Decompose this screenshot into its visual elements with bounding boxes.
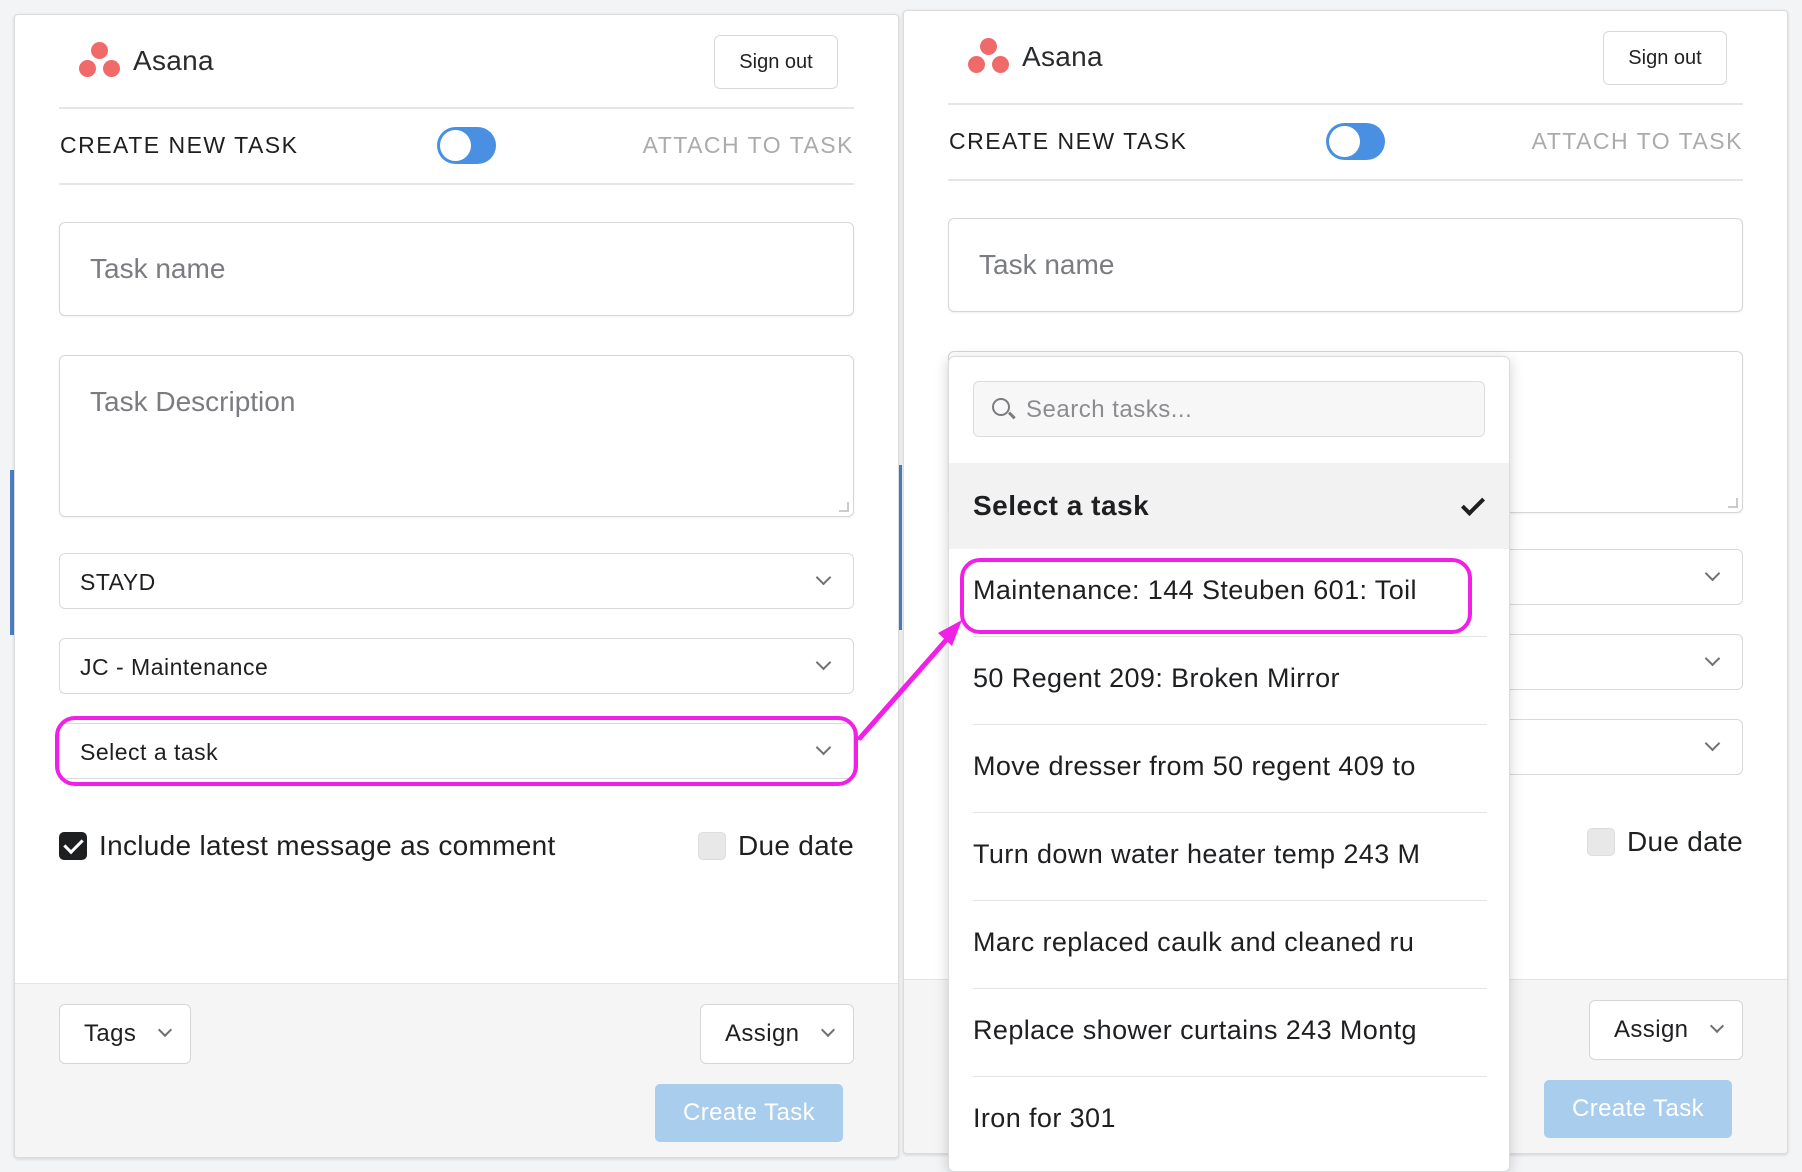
divider bbox=[948, 103, 1743, 105]
panel-footer: Tags Assign Create Task bbox=[15, 983, 898, 1157]
include-comment-checkbox[interactable] bbox=[59, 832, 87, 860]
include-comment-row[interactable]: Include latest message as comment bbox=[59, 830, 556, 862]
due-date-checkbox[interactable] bbox=[1586, 828, 1615, 856]
dropdown-option-selected[interactable]: Select a task bbox=[949, 463, 1509, 549]
task-description-field[interactable]: Task Description bbox=[59, 355, 854, 517]
resize-handle-icon[interactable] bbox=[1728, 498, 1738, 508]
checkmark-icon bbox=[1460, 491, 1486, 517]
option-label: Move dresser from 50 regent 409 to bbox=[973, 751, 1416, 781]
assign-button[interactable]: Assign bbox=[1589, 1000, 1743, 1060]
dropdown-option[interactable]: Turn down water heater temp 243 M bbox=[973, 813, 1487, 901]
selected-option-label: Select a task bbox=[973, 490, 1150, 521]
workspace-value: STAYD bbox=[80, 569, 156, 595]
option-label: Turn down water heater temp 243 M bbox=[973, 839, 1421, 869]
chevron-down-icon bbox=[1704, 565, 1721, 582]
create-new-task-tab[interactable]: CREATE NEW TASK bbox=[60, 132, 298, 159]
asana-logo-icon bbox=[79, 42, 121, 80]
option-label: Replace shower curtains 243 Montg bbox=[973, 1015, 1417, 1045]
workspace-select[interactable]: STAYD bbox=[59, 553, 854, 609]
chevron-down-icon bbox=[1709, 1018, 1725, 1034]
task-name-field[interactable]: Task name bbox=[948, 218, 1743, 312]
assign-button[interactable]: Assign bbox=[700, 1004, 854, 1064]
assign-label: Assign bbox=[725, 1020, 800, 1047]
search-placeholder: Search tasks... bbox=[1026, 396, 1193, 423]
create-new-task-tab[interactable]: CREATE NEW TASK bbox=[949, 128, 1187, 155]
mode-toggle[interactable] bbox=[1326, 123, 1385, 160]
task-name-field[interactable]: Task name bbox=[59, 222, 854, 316]
project-value: JC - Maintenance bbox=[80, 654, 269, 680]
assign-label: Assign bbox=[1614, 1016, 1689, 1043]
option-label: 50 Regent 209: Broken Mirror bbox=[973, 663, 1340, 693]
include-comment-label: Include latest message as comment bbox=[99, 830, 556, 861]
attach-to-task-tab[interactable]: ATTACH TO TASK bbox=[643, 132, 854, 159]
chevron-down-icon bbox=[1704, 650, 1721, 667]
option-label: Marc replaced caulk and cleaned ru bbox=[973, 927, 1415, 957]
dropdown-option[interactable]: 50 Regent 209: Broken Mirror bbox=[973, 637, 1487, 725]
brand-name: Asana bbox=[133, 45, 214, 76]
create-task-button[interactable]: Create Task bbox=[1544, 1080, 1732, 1138]
due-date-row[interactable]: Due date bbox=[697, 830, 854, 862]
divider bbox=[948, 179, 1743, 181]
mode-toggle[interactable] bbox=[437, 127, 496, 164]
extension-panel-left: Asana Sign out CREATE NEW TASK ATTACH TO… bbox=[14, 14, 899, 1158]
due-date-checkbox[interactable] bbox=[697, 832, 726, 860]
divider bbox=[59, 107, 854, 109]
chevron-down-icon bbox=[820, 1022, 836, 1038]
chevron-down-icon bbox=[157, 1022, 173, 1038]
divider bbox=[59, 183, 854, 185]
task-name-placeholder: Task name bbox=[90, 253, 226, 284]
project-select[interactable]: JC - Maintenance bbox=[59, 638, 854, 694]
dropdown-option[interactable]: Move dresser from 50 regent 409 to bbox=[973, 725, 1487, 813]
highlight-annotation bbox=[55, 716, 858, 786]
chevron-down-icon bbox=[815, 654, 832, 671]
search-tasks-input[interactable]: Search tasks... bbox=[973, 381, 1485, 437]
resize-handle-icon[interactable] bbox=[839, 502, 849, 512]
task-description-placeholder: Task Description bbox=[90, 386, 296, 417]
task-name-placeholder: Task name bbox=[979, 249, 1115, 280]
attach-to-task-tab[interactable]: ATTACH TO TASK bbox=[1532, 128, 1743, 155]
due-date-row[interactable]: Due date bbox=[1586, 826, 1743, 858]
sign-out-button[interactable]: Sign out bbox=[714, 35, 838, 89]
task-dropdown: Search tasks... Select a task Maintenanc… bbox=[948, 356, 1510, 1172]
due-date-label: Due date bbox=[1626, 826, 1743, 857]
chevron-down-icon bbox=[815, 569, 832, 586]
search-icon bbox=[992, 398, 1010, 416]
brand-name: Asana bbox=[1022, 41, 1103, 72]
tags-label: Tags bbox=[84, 1020, 137, 1047]
dropdown-option[interactable]: Marc replaced caulk and cleaned ru bbox=[973, 901, 1487, 989]
dropdown-option[interactable]: Replace shower curtains 243 Montg bbox=[973, 989, 1487, 1077]
tags-button[interactable]: Tags bbox=[59, 1004, 191, 1064]
chevron-down-icon bbox=[1704, 735, 1721, 752]
option-label: Iron for 301 bbox=[973, 1103, 1116, 1133]
highlight-annotation bbox=[960, 558, 1472, 634]
dropdown-option[interactable]: Iron for 301 bbox=[973, 1077, 1487, 1165]
sign-out-button[interactable]: Sign out bbox=[1603, 31, 1727, 85]
asana-logo-icon bbox=[968, 38, 1010, 76]
create-task-button[interactable]: Create Task bbox=[655, 1084, 843, 1142]
due-date-label: Due date bbox=[737, 830, 854, 861]
